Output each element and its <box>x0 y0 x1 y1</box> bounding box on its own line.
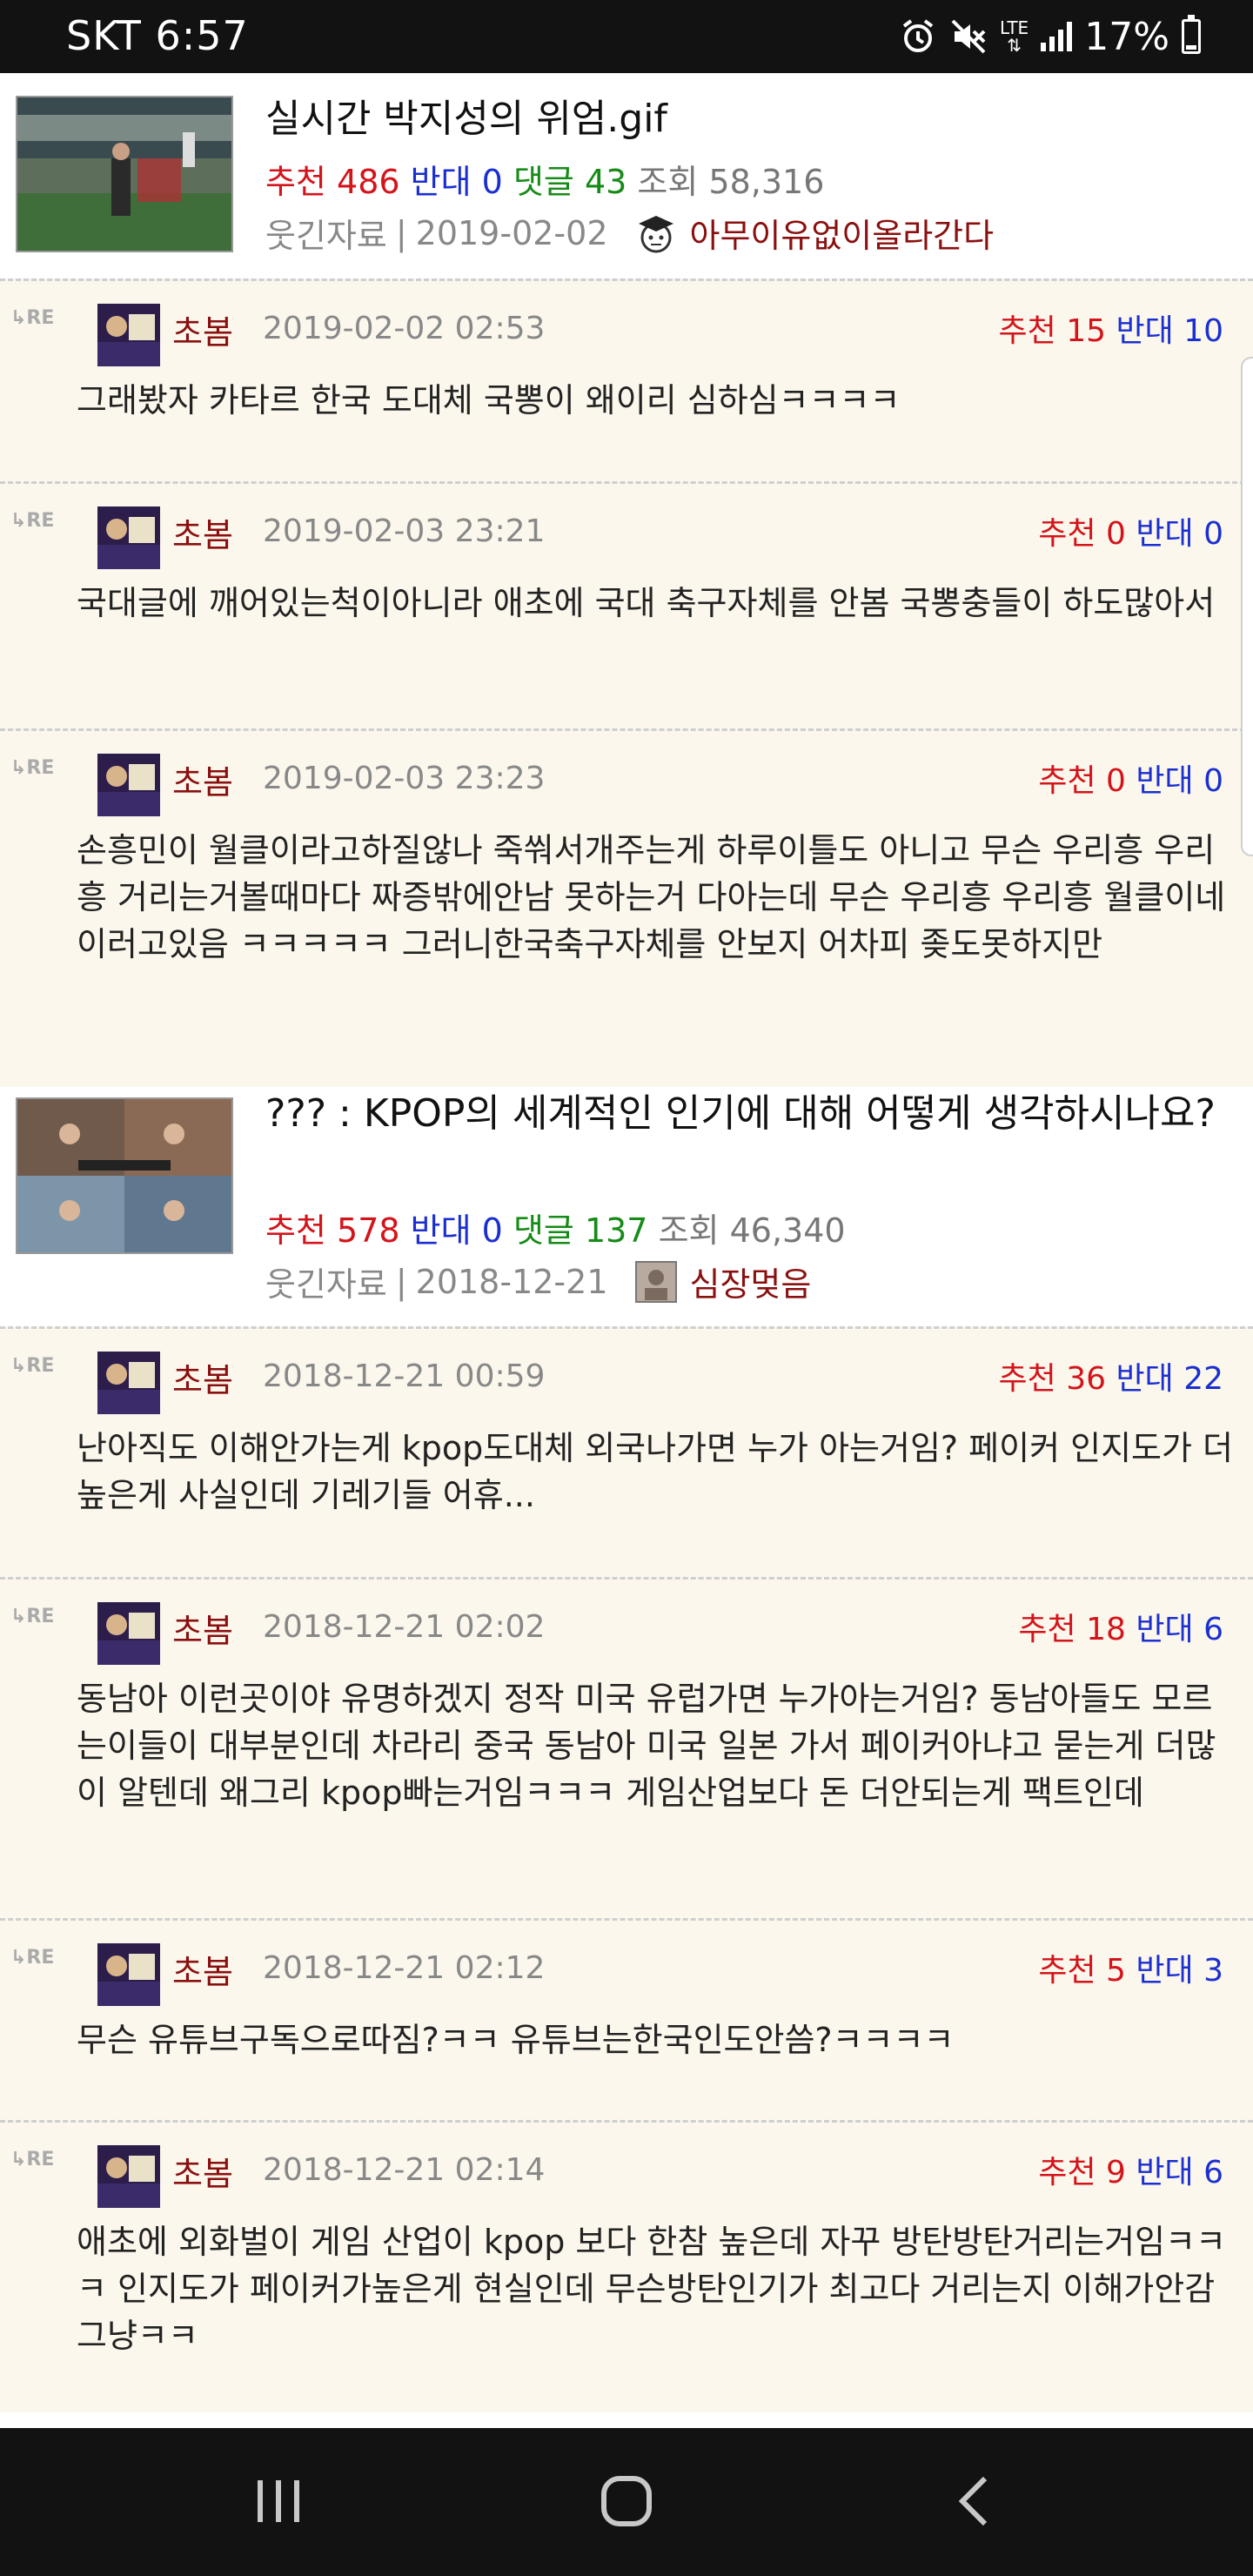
post-author[interactable]: 아무이유없이올라간다 <box>690 209 995 257</box>
post-item[interactable]: ??? : KPOP의 세계적인 인기에 대해 어떻게 생각하시나요? 추천 5… <box>0 1068 1253 1326</box>
comment-text: 그래봤자 카타르 한국 도대체 국뽕이 왜이리 심하심ㅋㅋㅋㅋ <box>77 381 901 419</box>
recommend-count: 486 <box>337 163 400 201</box>
avatar[interactable] <box>97 754 160 816</box>
comment-text: 국대글에 깨어있는척이아니라 애초에 국대 축구자체를 안봄 국뽕충들이 하도많… <box>77 584 1216 622</box>
post-thumbnail[interactable] <box>16 96 233 252</box>
list-end-spacer <box>0 2412 1253 2428</box>
back-icon <box>958 2476 988 2526</box>
post-category: 웃긴자료 <box>265 1265 387 1304</box>
comment-count: 137 <box>584 1211 648 1250</box>
comment-item: ↳RE 초봄 2018-12-21 02:02 추천 18 반대 6 동남아 이… <box>0 1577 1253 1918</box>
battery-percent: 17% <box>1084 14 1169 59</box>
home-icon <box>601 2476 652 2526</box>
post-item[interactable]: 실시간 박지성의 위엄.gif 추천 486 반대 0 댓글 43 조회 58,… <box>0 73 1253 278</box>
comment-date: 2019-02-03 23:23 <box>263 761 546 796</box>
comment-votes: 추천 0 반대 0 <box>1038 516 1223 552</box>
comment-date: 2019-02-02 02:53 <box>263 311 546 346</box>
signal-icon <box>1041 22 1073 51</box>
back-button[interactable] <box>922 2454 1027 2550</box>
recommend-count: 578 <box>337 1211 400 1250</box>
comment-author[interactable]: 초봄 <box>172 508 233 556</box>
comment-count: 43 <box>584 163 627 201</box>
comment-text: 무슨 유튜브구독으로따짐?ㅋㅋ 유튜브는한국인도안씀?ㅋㅋㅋㅋ <box>77 2021 955 2059</box>
reply-arrow-icon: ↳RE <box>10 1947 55 1969</box>
comment-text: 동남아 이런곳이야 유명하겠지 정작 미국 유럽가면 누가아는거임? 동남아들도… <box>77 1680 1216 1812</box>
post-title[interactable]: 실시간 박지성의 위엄.gif <box>265 92 1231 146</box>
post-date: 2018-12-21 <box>415 1262 608 1301</box>
avatar[interactable] <box>97 1352 160 1414</box>
comment-votes: 추천 36 반대 22 <box>998 1361 1223 1397</box>
reply-arrow-icon: ↳RE <box>10 307 55 329</box>
comment-date: 2018-12-21 00:59 <box>263 1358 546 1394</box>
comment-item: ↳RE 초봄 2018-12-21 00:59 추천 36 반대 22 난아직도… <box>0 1326 1253 1577</box>
status-bar: SKT 6:57 LTE ⇅ 17% <box>0 0 1253 73</box>
stadium-photo-icon <box>17 97 231 251</box>
comment-votes: 추천 15 반대 10 <box>998 313 1223 349</box>
avatar[interactable] <box>97 2145 160 2208</box>
avatar[interactable] <box>97 1602 160 1665</box>
view-count: 58,316 <box>708 163 825 201</box>
reply-arrow-icon: ↳RE <box>10 757 55 779</box>
comment-author[interactable]: 초봄 <box>172 755 233 803</box>
avatar[interactable] <box>97 304 160 366</box>
post-thumbnail[interactable] <box>16 1097 233 1254</box>
comment-date: 2019-02-03 23:21 <box>263 513 546 549</box>
comment-date: 2018-12-21 02:14 <box>263 2152 546 2188</box>
reply-arrow-icon: ↳RE <box>10 510 55 532</box>
reply-arrow-icon: ↳RE <box>10 2149 55 2170</box>
oppose-count: 0 <box>481 1211 503 1250</box>
graduate-level-icon <box>638 215 673 252</box>
view-count: 46,340 <box>729 1211 846 1250</box>
network-type: LTE ⇅ <box>999 17 1029 56</box>
post-author[interactable]: 심장멎음 <box>690 1258 812 1305</box>
comment-votes: 추천 9 반대 6 <box>1038 2155 1223 2190</box>
oppose-count: 0 <box>481 163 503 201</box>
comment-text: 난아직도 이해안가는게 kpop도대체 외국나가면 누가 아는거임? 페이커 인… <box>77 1429 1234 1514</box>
avatar[interactable] <box>97 506 160 569</box>
scrollbar-handle[interactable] <box>1241 357 1253 856</box>
status-icons: LTE ⇅ 17% <box>899 12 1201 61</box>
reply-arrow-icon: ↳RE <box>10 1606 55 1627</box>
comment-author[interactable]: 초봄 <box>172 1353 233 1401</box>
post-meta: 웃긴자료 | 2019-02-02 아무이유없이올라간다 <box>265 209 994 257</box>
navigation-bar <box>0 2428 1253 2576</box>
user-level-icon <box>634 1260 677 1303</box>
alarm-icon <box>902 19 934 52</box>
comment-item: ↳RE 초봄 2019-02-02 02:53 추천 15 반대 10 그래봤자… <box>0 278 1253 481</box>
comment-votes: 추천 18 반대 6 <box>1018 1612 1223 1647</box>
comment-date: 2018-12-21 02:12 <box>263 1950 546 1986</box>
comment-text: 애초에 외화벌이 게임 산업이 kpop 보다 한참 높은데 자꾸 방탄방탄거리… <box>77 2223 1226 2355</box>
comment-item: ↳RE 초봄 2018-12-21 02:14 추천 9 반대 6 애초에 외화… <box>0 2120 1253 2412</box>
comment-item: ↳RE 초봄 2019-02-03 23:23 추천 0 반대 0 손흥민이 월… <box>0 728 1253 1068</box>
post-date: 2019-02-02 <box>415 213 608 252</box>
comment-date: 2018-12-21 02:02 <box>263 1609 546 1645</box>
comment-author[interactable]: 초봄 <box>172 2147 233 2195</box>
post-stats: 추천 578 반대 0 댓글 137 조회 46,340 <box>265 1211 846 1250</box>
comment-votes: 추천 5 반대 3 <box>1038 1953 1223 1989</box>
comment-votes: 추천 0 반대 0 <box>1038 763 1223 799</box>
comment-text: 손흥민이 월클이라고하질않나 죽쒀서개주는게 하루이틀도 아니고 무슨 우리흥 … <box>77 831 1226 963</box>
post-meta: 웃긴자료 | 2018-12-21 심장멎음 <box>265 1258 811 1305</box>
comment-author[interactable]: 초봄 <box>172 1604 233 1652</box>
mute-icon <box>951 19 986 54</box>
carrier-time: SKT 6:57 <box>66 12 249 59</box>
comment-author[interactable]: 초봄 <box>172 1945 233 1993</box>
post-title[interactable]: ??? : KPOP의 세계적인 인기에 대해 어떻게 생각하시나요? <box>265 1087 1231 1141</box>
post-category: 웃긴자료 <box>265 217 387 255</box>
avatar[interactable] <box>97 1943 160 2006</box>
battery-icon <box>1182 15 1201 54</box>
tv-show-photo-icon <box>17 1099 231 1252</box>
comment-item: ↳RE 초봄 2018-12-21 02:12 추천 5 반대 3 무슨 유튜브… <box>0 1918 1253 2120</box>
recent-apps-button[interactable] <box>226 2454 331 2550</box>
recent-apps-icon <box>258 2480 299 2522</box>
post-stats: 추천 486 반대 0 댓글 43 조회 58,316 <box>265 163 825 201</box>
comment-item: ↳RE 초봄 2019-02-03 23:21 추천 0 반대 0 국대글에 깨… <box>0 481 1253 728</box>
home-button[interactable] <box>574 2454 679 2550</box>
reply-arrow-icon: ↳RE <box>10 1355 55 1377</box>
comment-author[interactable]: 초봄 <box>172 305 233 353</box>
